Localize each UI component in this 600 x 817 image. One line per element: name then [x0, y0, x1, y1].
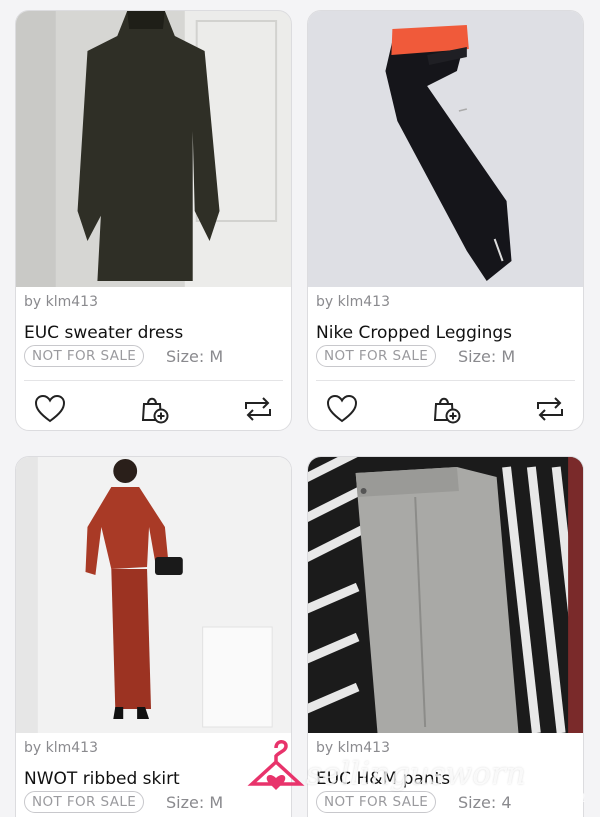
repost-button[interactable]	[238, 391, 278, 427]
product-card[interactable]: by klm413 EUC H&M pants NOT FOR SALE Siz…	[307, 456, 584, 817]
product-title[interactable]: Nike Cropped Leggings	[316, 323, 512, 343]
product-card[interactable]: by klm413 Nike Cropped Leggings NOT FOR …	[307, 10, 584, 431]
product-title[interactable]: EUC H&M pants	[316, 769, 450, 789]
status-badge: NOT FOR SALE	[24, 791, 145, 813]
size-label: Size: M	[166, 347, 224, 366]
status-badge: NOT FOR SALE	[24, 345, 145, 367]
like-button[interactable]	[322, 391, 362, 427]
status-badge: NOT FOR SALE	[316, 791, 437, 813]
repost-icon	[245, 397, 271, 421]
product-card[interactable]: by klm413 EUC sweater dress NOT FOR SALE…	[15, 10, 292, 431]
divider	[24, 380, 283, 381]
seller-name[interactable]: by klm413	[316, 740, 390, 756]
card-actions	[16, 391, 291, 429]
product-title[interactable]: EUC sweater dress	[24, 323, 183, 343]
seller-name[interactable]: by klm413	[24, 294, 98, 310]
divider	[316, 380, 575, 381]
bag-plus-icon	[433, 397, 461, 424]
card-actions	[308, 391, 583, 429]
product-title[interactable]: NWOT ribbed skirt	[24, 769, 180, 789]
product-photo[interactable]	[16, 457, 291, 733]
product-card[interactable]: by klm413 NWOT ribbed skirt NOT FOR SALE…	[15, 456, 292, 817]
size-label: Size: M	[166, 793, 224, 812]
repost-button[interactable]	[530, 391, 570, 427]
product-photo[interactable]	[308, 457, 583, 733]
heart-icon	[326, 394, 358, 423]
heart-icon	[34, 394, 66, 423]
seller-name[interactable]: by klm413	[316, 294, 390, 310]
product-photo[interactable]	[308, 11, 583, 287]
like-button[interactable]	[30, 391, 70, 427]
bag-plus-icon	[141, 397, 169, 424]
add-to-bag-button[interactable]	[426, 391, 466, 427]
product-photo[interactable]	[16, 11, 291, 287]
add-to-bag-button[interactable]	[134, 391, 174, 427]
size-label: Size: M	[458, 347, 516, 366]
status-badge: NOT FOR SALE	[316, 345, 437, 367]
seller-name[interactable]: by klm413	[24, 740, 98, 756]
size-label: Size: 4	[458, 793, 512, 812]
repost-icon	[537, 397, 563, 421]
